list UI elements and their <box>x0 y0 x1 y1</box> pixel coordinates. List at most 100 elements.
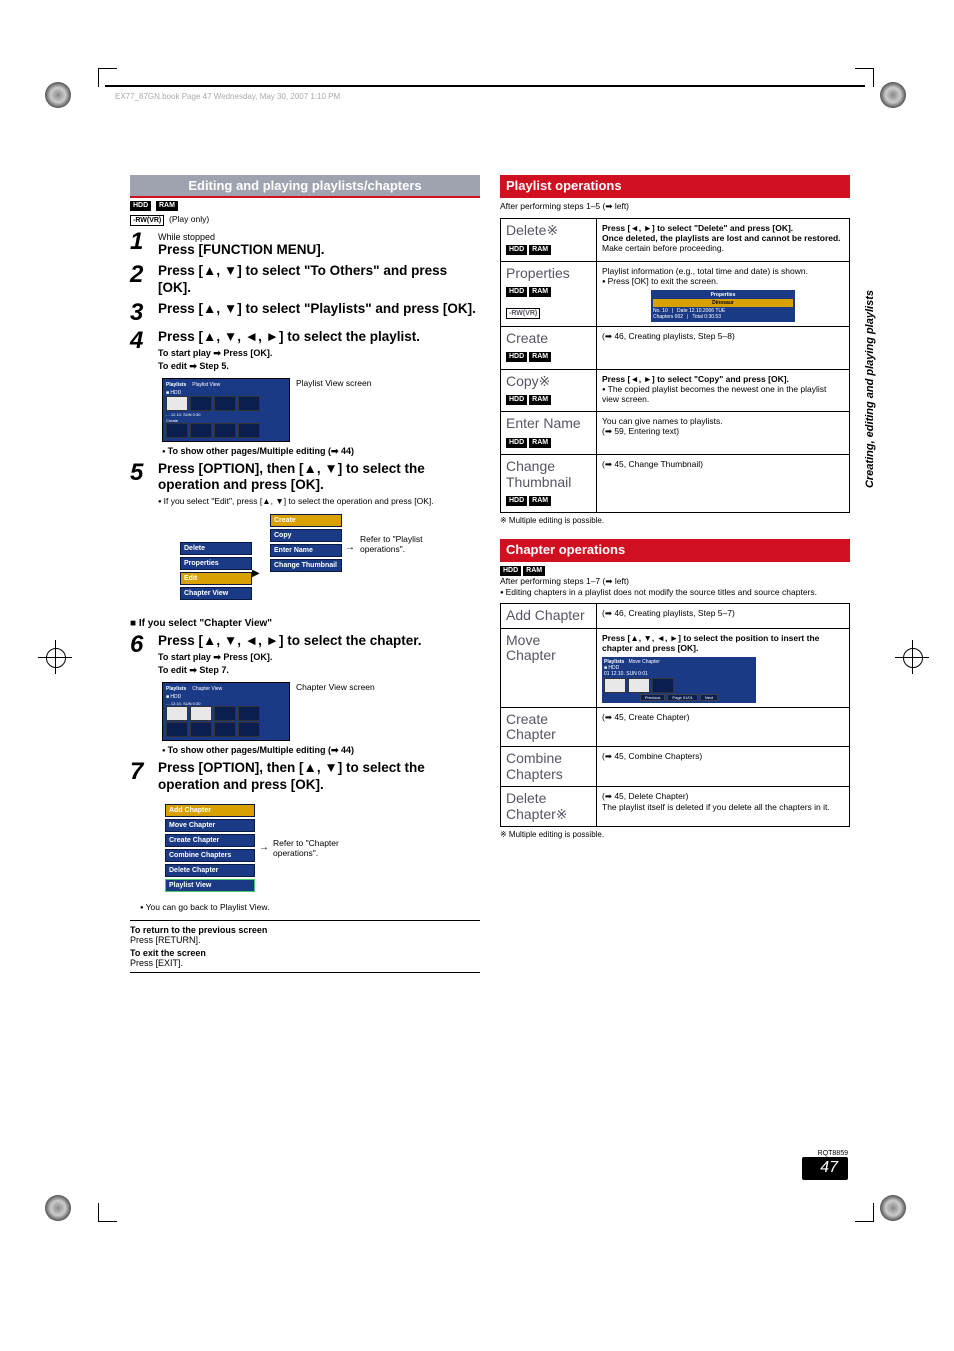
step-number: 2 <box>130 263 158 287</box>
row-create-chapter-name: Create Chapter <box>501 707 597 747</box>
step-1: 1 While stopped Press [FUNCTION MENU]. <box>130 230 480 259</box>
row-thumb-desc: (➡ 45, Change Thumbnail) <box>597 455 850 513</box>
exit-title: To exit the screen <box>130 948 480 958</box>
chapter-view-subheading: ■ If you select "Chapter View" <box>130 618 480 629</box>
chapter-edit-note: Editing chapters in a playlist does not … <box>500 587 850 597</box>
step-2: 2 Press [▲, ▼] to select "To Others" and… <box>130 263 480 297</box>
row-move-chapter-name: Move Chapter <box>501 628 597 707</box>
step-number: 1 <box>130 230 158 254</box>
registration-cross <box>38 640 72 674</box>
playlist-ops-heading: Playlist operations <box>500 175 850 198</box>
registration-cross <box>895 640 929 674</box>
step-4-sub1: To start play ➡ Press [OK]. <box>158 348 480 359</box>
step-1-pre: While stopped <box>158 232 480 242</box>
step-number: 5 <box>130 461 158 485</box>
section-tab-vertical: Creating, editing and playing playlists <box>864 290 876 488</box>
play-only-note: (Play only) <box>169 214 209 224</box>
chapter-operations-table: Add Chapter (➡ 46, Creating playlists, S… <box>500 603 850 827</box>
opt-enter-name: Enter Name <box>270 544 342 557</box>
move-chapter-preview: Playlists Move Chapter ■ HDD 01 12.10. S… <box>602 657 756 703</box>
step-3-title: Press [▲, ▼] to select "Playlists" and p… <box>158 301 480 318</box>
step-6: 6 Press [▲, ▼, ◄, ►] to select the chapt… <box>130 633 480 676</box>
return-action: Press [RETURN]. <box>130 935 480 945</box>
chapter-ops-heading: Chapter operations <box>500 539 850 562</box>
opt-properties: Properties <box>180 557 252 570</box>
multi-edit-note-1: ※ Multiple editing is possible. <box>500 516 850 525</box>
step-6-note: To show other pages/Multiple editing (➡ … <box>162 745 480 756</box>
opt-combine-chapters: Combine Chapters <box>165 849 255 862</box>
registration-mark <box>45 82 71 108</box>
opt-delete-chapter: Delete Chapter <box>165 864 255 877</box>
row-properties-desc: Playlist information (e.g., total time a… <box>597 261 850 326</box>
opt-playlist-view: Playlist View <box>165 879 255 892</box>
file-info-header: EX77_87GN.book Page 47 Wednesday, May 30… <box>115 92 340 101</box>
badge-rwvr: -RW(VR) <box>130 215 164 226</box>
opt-change-thumb: Change Thumbnail <box>270 559 342 572</box>
step-5-title: Press [OPTION], then [▲, ▼] to select th… <box>158 461 480 495</box>
opt-delete: Delete <box>180 542 252 555</box>
left-column: Editing and playing playlists/chapters H… <box>130 175 480 973</box>
row-move-chapter-desc: Press [▲, ▼, ◄, ►] to select the positio… <box>597 628 850 707</box>
row-delete-chapter-name: Delete Chapter※ <box>501 787 597 827</box>
row-delete-desc: Press [◄, ►] to select "Delete" and pres… <box>597 219 850 262</box>
registration-mark <box>880 82 906 108</box>
step-4-sub2: To edit ➡ Step 5. <box>158 361 480 372</box>
step-6-title: Press [▲, ▼, ◄, ►] to select the chapter… <box>158 633 480 650</box>
badge-ram: RAM <box>156 201 178 211</box>
after-steps-chapter: After performing steps 1–7 (➡ left) <box>500 576 850 587</box>
page-footer: RQT8859 47 <box>802 1150 848 1180</box>
opt-create: Create <box>270 514 342 527</box>
crop-mark <box>98 1203 117 1222</box>
right-column: Playlist operations After performing ste… <box>500 175 850 973</box>
row-create-desc: (➡ 46, Creating playlists, Step 5–8) <box>597 326 850 369</box>
row-enter-name: Enter Name HDDRAM <box>501 412 597 455</box>
multi-edit-note-2: ※ Multiple editing is possible. <box>500 830 850 839</box>
page-number: 47 <box>802 1157 848 1180</box>
step-4-title: Press [▲, ▼, ◄, ►] to select the playlis… <box>158 329 480 346</box>
option-menu-diagram: Delete Properties Edit Chapter View Crea… <box>180 512 480 612</box>
format-badges-2: -RW(VR) (Play only) <box>130 214 480 226</box>
step-6-sub1: To start play ➡ Press [OK]. <box>158 652 480 663</box>
step-1-title: Press [FUNCTION MENU]. <box>158 242 480 259</box>
opt-edit: Edit <box>180 572 252 585</box>
step-2-title: Press [▲, ▼] to select "To Others" and p… <box>158 263 480 297</box>
properties-dialog-preview: Properties Dinosaur No. 10|Date 12.10.20… <box>651 290 795 322</box>
badge-hdd: HDD <box>130 201 151 211</box>
opt-chapter-view: Chapter View <box>180 587 252 600</box>
step-6-sub2: To edit ➡ Step 7. <box>158 665 480 676</box>
chapter-menu-diagram: Add Chapter Move Chapter Create Chapter … <box>165 802 255 894</box>
row-create-chapter-desc: (➡ 45, Create Chapter) <box>597 707 850 747</box>
row-copy-desc: Press [◄, ►] to select "Copy" and press … <box>597 369 850 412</box>
step-number: 7 <box>130 760 158 784</box>
step-3: 3 Press [▲, ▼] to select "Playlists" and… <box>130 301 480 325</box>
row-delete-name: Delete※ HDDRAM <box>501 219 597 262</box>
arrow-right-icon: ▶ <box>252 568 260 579</box>
chapter-view-screenshot: PlaylistsChapter View ■ HDD - - 12.10. S… <box>162 682 290 741</box>
opt-create-chapter: Create Chapter <box>165 834 255 847</box>
row-copy-name: Copy※ HDDRAM <box>501 369 597 412</box>
step-number: 4 <box>130 329 158 353</box>
registration-mark <box>45 1195 71 1221</box>
row-create-name: Create HDDRAM <box>501 326 597 369</box>
exit-action: Press [EXIT]. <box>130 958 480 968</box>
row-thumb-name: Change Thumbnail HDDRAM <box>501 455 597 513</box>
row-properties-name: Properties HDDRAM -RW(VR) <box>501 261 597 326</box>
opt-copy: Copy <box>270 529 342 542</box>
step-number: 3 <box>130 301 158 325</box>
step-number: 6 <box>130 633 158 657</box>
registration-mark <box>880 1195 906 1221</box>
refer-chapter-ops: Refer to "Chapter operations". <box>273 838 363 858</box>
arrow-right-icon: → <box>259 842 269 853</box>
step-4-note: To show other pages/Multiple editing (➡ … <box>162 446 480 457</box>
step-7: 7 Press [OPTION], then [▲, ▼] to select … <box>130 760 480 794</box>
opt-add-chapter: Add Chapter <box>165 804 255 817</box>
step-5: 5 Press [OPTION], then [▲, ▼] to select … <box>130 461 480 507</box>
chapter-badges: HDDRAM <box>500 565 850 576</box>
return-title: To return to the previous screen <box>130 925 480 935</box>
step-7-title: Press [OPTION], then [▲, ▼] to select th… <box>158 760 480 794</box>
row-delete-chapter-desc: (➡ 45, Delete Chapter) The playlist itse… <box>597 787 850 827</box>
footer-code: RQT8859 <box>802 1150 848 1157</box>
return-exit-block: To return to the previous screen Press [… <box>130 920 480 973</box>
step-4: 4 Press [▲, ▼, ◄, ►] to select the playl… <box>130 329 480 372</box>
refer-playlist-ops: Refer to "Playlist operations". <box>360 534 460 554</box>
